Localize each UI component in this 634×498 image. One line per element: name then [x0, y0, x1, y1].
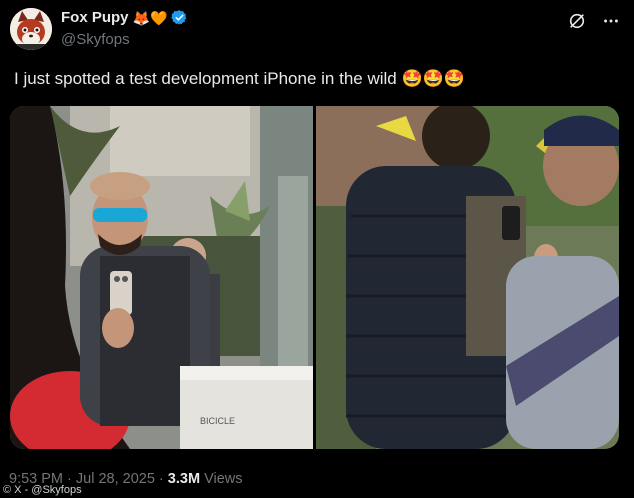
author-display-name[interactable]: Fox Pupy: [61, 9, 129, 26]
left-photo-sign-text: BICICLE: [200, 416, 235, 426]
photo-left[interactable]: BICICLE: [10, 106, 313, 449]
views-label: Views: [200, 471, 243, 487]
grok-icon[interactable]: [568, 12, 586, 30]
author-name-emoji: 🦊🧡: [132, 9, 168, 26]
meta-separator: ·: [154, 471, 168, 487]
tweet-text: I just spotted a test development iPhone…: [14, 69, 465, 88]
tweet-date[interactable]: Jul 28, 2025: [76, 471, 155, 487]
man-with-phone-image: BICICLE: [10, 106, 313, 449]
source-watermark: © X - @Skyfops: [3, 484, 82, 496]
author-name-row: Fox Pupy 🦊🧡: [61, 9, 188, 26]
verified-badge-icon: [171, 10, 187, 25]
tweet-media[interactable]: BICICLE: [10, 106, 619, 449]
author-handle[interactable]: @Skyfops: [61, 31, 130, 48]
fox-avatar-icon: [10, 8, 52, 50]
man-in-vest-image: [316, 106, 619, 449]
photo-right[interactable]: [316, 106, 619, 449]
more-icon[interactable]: [602, 12, 620, 30]
views-count: 3.3M: [167, 471, 201, 487]
author-avatar[interactable]: [10, 8, 52, 50]
tweet-actions-top: [568, 12, 620, 30]
